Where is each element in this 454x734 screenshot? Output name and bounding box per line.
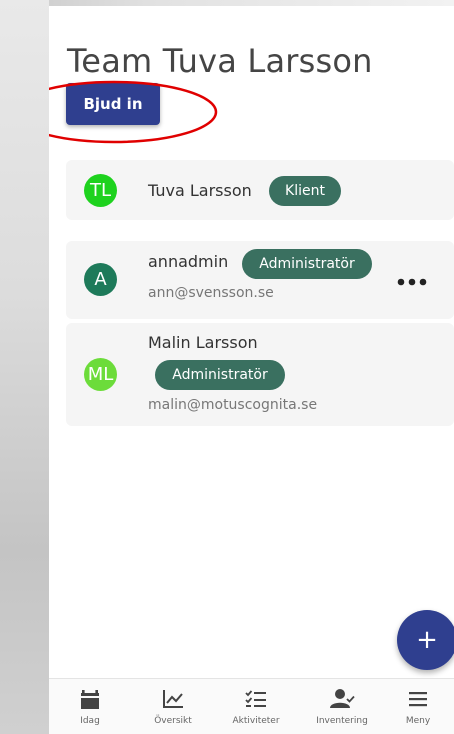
chart-icon (163, 690, 183, 708)
bottom-navigation: Idag Översikt Aktiviteter Inventering Me… (49, 678, 454, 734)
role-badge: Administratör (242, 249, 372, 279)
member-name: annadmin (148, 252, 229, 271)
checklist-icon (245, 690, 266, 707)
background-left (0, 0, 49, 734)
nav-item-inventering[interactable]: Inventering (306, 679, 378, 734)
member-email: ann@svensson.se (148, 285, 274, 301)
member-card[interactable]: ML Malin Larsson Administratör malin@mot… (66, 323, 454, 426)
nav-label: Idag (80, 716, 100, 726)
avatar: A (84, 263, 117, 296)
add-fab-button[interactable]: + (397, 610, 454, 670)
more-options-icon[interactable] (397, 278, 427, 286)
nav-label: Aktiviteter (232, 716, 280, 726)
nav-item-aktiviteter[interactable]: Aktiviteter (220, 679, 292, 734)
invite-button[interactable]: Bjud in (66, 83, 160, 125)
nav-item-idag[interactable]: Idag (54, 679, 126, 734)
member-card[interactable]: TL Tuva Larsson Klient (66, 160, 454, 220)
nav-item-oversikt[interactable]: Översikt (137, 679, 209, 734)
page-title: Team Tuva Larsson (67, 42, 373, 80)
avatar: ML (84, 358, 117, 391)
avatar: TL (84, 174, 117, 207)
role-badge: Klient (269, 176, 341, 206)
member-name: Tuva Larsson (148, 181, 252, 200)
role-badge: Administratör (155, 360, 285, 390)
nav-label: Meny (405, 716, 431, 726)
nav-label: Översikt (154, 716, 192, 726)
calendar-icon (81, 690, 99, 709)
menu-icon (409, 692, 427, 707)
member-name: Malin Larsson (148, 333, 258, 352)
nav-label: Inventering (316, 716, 368, 726)
member-card[interactable]: A annadmin Administratör ann@svensson.se (66, 241, 454, 319)
nav-item-meny[interactable]: Meny (382, 679, 454, 734)
app-screen: Team Tuva Larsson Bjud in TL Tuva Larsso… (49, 6, 454, 734)
member-email: malin@motuscognita.se (148, 397, 318, 413)
person-check-icon (330, 689, 355, 708)
